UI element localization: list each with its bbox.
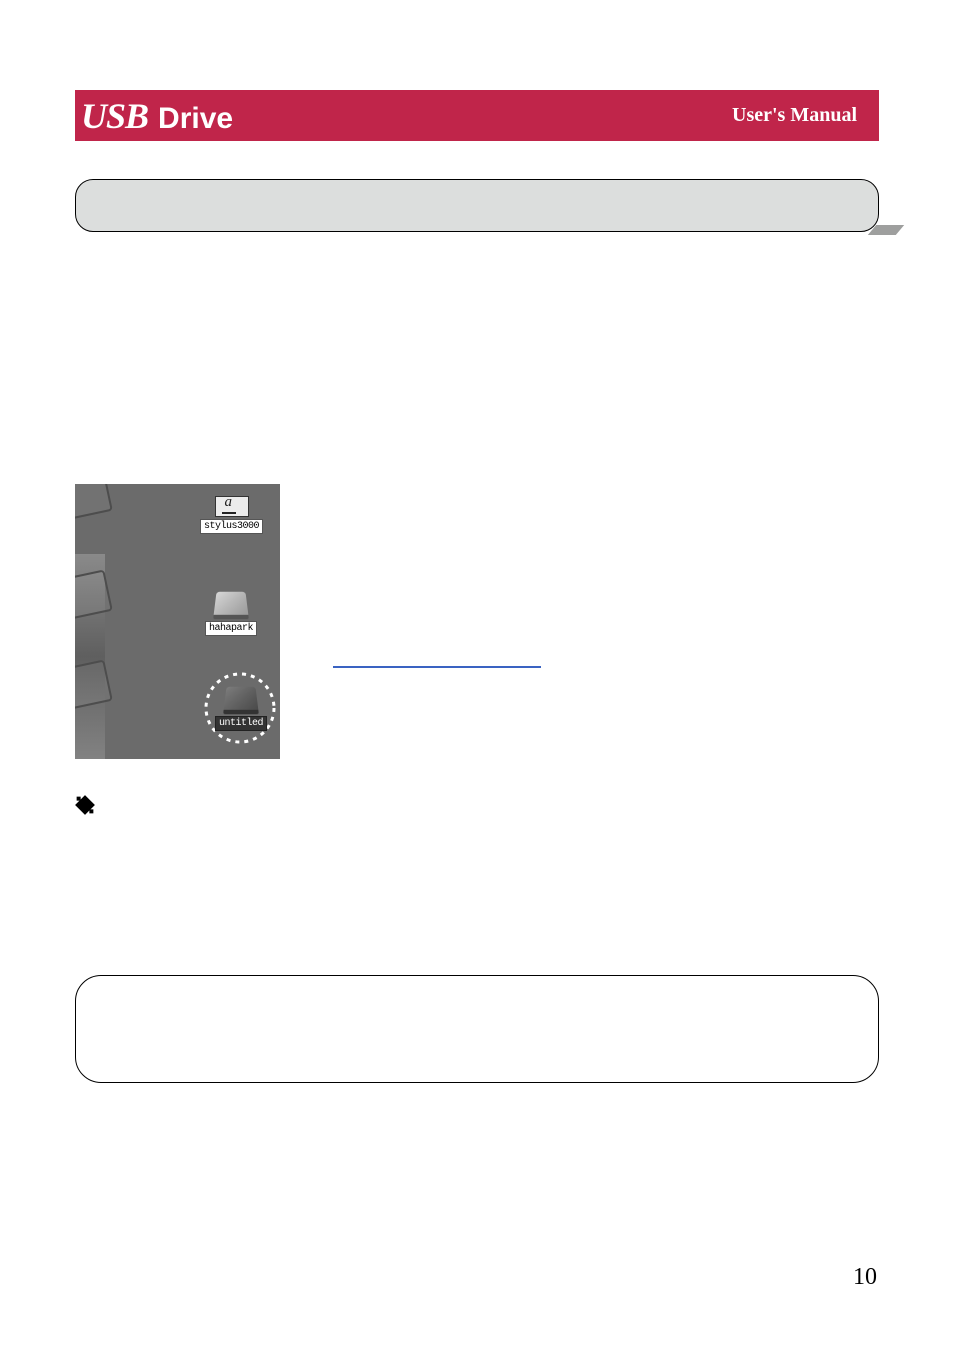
drive-icon	[213, 592, 249, 619]
desktop-item-label: untitled	[215, 716, 267, 731]
ghost-icon	[75, 484, 113, 521]
logo-drive: Drive	[158, 102, 233, 136]
desktop-item-label: hahapark	[205, 621, 257, 636]
mac-desktop-screenshot: a stylus3000 hahapark untitled	[75, 484, 280, 759]
printer-icon: a	[215, 496, 249, 517]
hyperlink-underline	[333, 666, 541, 668]
header-banner: USB Drive User's Manual	[75, 90, 879, 141]
desktop-item-untitled: untitled	[215, 684, 267, 731]
page-number: 10	[853, 1264, 877, 1291]
note-box	[75, 975, 879, 1083]
desktop-item-stylus3000: a stylus3000	[200, 496, 263, 534]
label-corner-decoration	[868, 225, 904, 235]
logo-usb: USB	[81, 95, 148, 137]
logo-area: USB Drive	[81, 95, 233, 137]
ghost-icon	[75, 659, 113, 710]
desktop-item-label: stylus3000	[200, 519, 263, 534]
bullet-diamond-icon	[75, 795, 95, 815]
drive-icon	[223, 687, 259, 714]
ghost-icon	[75, 569, 113, 620]
header-subtitle: User's Manual	[732, 104, 857, 127]
section-label-box	[75, 179, 879, 232]
desktop-item-hahapark: hahapark	[205, 589, 257, 636]
